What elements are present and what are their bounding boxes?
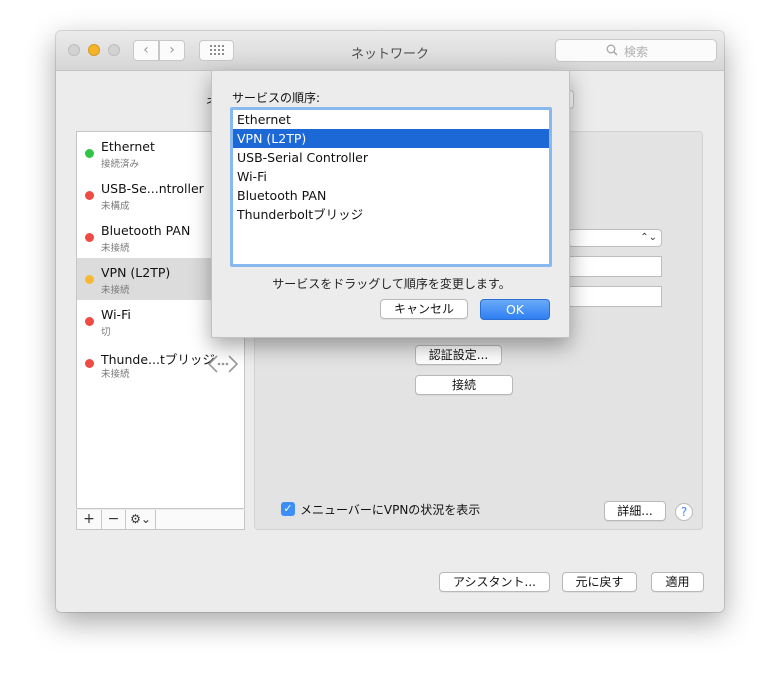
advanced-button[interactable]: 詳細... <box>604 501 666 521</box>
assistant-button[interactable]: アシスタント... <box>439 572 550 592</box>
service-name: VPN (L2TP) <box>101 265 171 280</box>
remove-service-button[interactable]: − <box>102 510 126 529</box>
connect-button[interactable]: 接続 <box>415 375 513 395</box>
service-status: 未接続 <box>101 369 130 380</box>
service-status: 切 <box>101 327 111 338</box>
apply-button[interactable]: 適用 <box>651 572 704 592</box>
chevron-updown-icon: ⌃⌄ <box>640 232 657 243</box>
order-item-thunderbolt-bridge[interactable]: Thunderboltブリッジ <box>233 205 549 224</box>
service-order-list[interactable]: Ethernet VPN (L2TP) USB-Serial Controlle… <box>230 107 552 267</box>
status-dot <box>85 233 94 242</box>
cancel-button[interactable]: キャンセル <box>380 299 468 319</box>
add-service-button[interactable]: + <box>77 510 102 529</box>
order-item-wifi[interactable]: Wi-Fi <box>233 167 549 186</box>
service-list-toolbar: + − ⚙⌄ <box>76 510 245 530</box>
auth-settings-button[interactable]: 認証設定... <box>415 345 502 365</box>
title-bar: ‹ › ネットワーク 検索 <box>56 31 724 71</box>
service-name: Bluetooth PAN <box>101 223 191 238</box>
service-status: 未接続 <box>101 243 130 254</box>
checkmark-icon: ✓ <box>283 502 293 515</box>
show-vpn-status-label: メニューバーにVPNの状況を表示 <box>300 503 481 517</box>
service-status: 未接続 <box>101 285 130 296</box>
order-item-vpn-l2tp[interactable]: VPN (L2TP) <box>233 129 549 148</box>
help-button[interactable]: ? <box>675 503 693 521</box>
service-name: Ethernet <box>101 139 155 154</box>
thunderbolt-bridge-icon <box>208 355 238 373</box>
search-icon <box>606 44 618 56</box>
service-name: Wi-Fi <box>101 307 131 322</box>
status-dot <box>85 149 94 158</box>
server-address-field[interactable] <box>568 256 662 277</box>
status-dot <box>85 191 94 200</box>
show-vpn-status-checkbox[interactable]: ✓ <box>281 502 295 516</box>
configuration-popup[interactable]: ⌃⌄ <box>568 229 662 247</box>
status-dot <box>85 275 94 284</box>
status-dot <box>85 359 94 368</box>
ok-button[interactable]: OK <box>480 299 550 320</box>
gear-menu-button[interactable]: ⚙⌄ <box>126 510 156 529</box>
service-order-dialog: サービスの順序: Ethernet VPN (L2TP) USB-Serial … <box>211 70 570 338</box>
status-dot <box>85 317 94 326</box>
service-name: USB-Se...ntroller <box>101 181 204 196</box>
order-item-ethernet[interactable]: Ethernet <box>233 110 549 129</box>
search-placeholder: 検索 <box>624 45 649 59</box>
service-status: 未構成 <box>101 201 130 212</box>
dialog-title: サービスの順序: <box>232 91 321 105</box>
service-thunderbolt-bridge[interactable]: Thunde...tブリッジ 未接続 <box>77 342 244 384</box>
dialog-hint: サービスをドラッグして順序を変更します。 <box>272 277 511 291</box>
account-name-field[interactable] <box>568 286 662 307</box>
order-item-bluetooth-pan[interactable]: Bluetooth PAN <box>233 186 549 205</box>
order-item-usb-serial[interactable]: USB-Serial Controller <box>233 148 549 167</box>
service-status: 接続済み <box>101 159 140 170</box>
search-input[interactable]: 検索 <box>555 39 717 62</box>
revert-button[interactable]: 元に戻す <box>562 572 637 592</box>
